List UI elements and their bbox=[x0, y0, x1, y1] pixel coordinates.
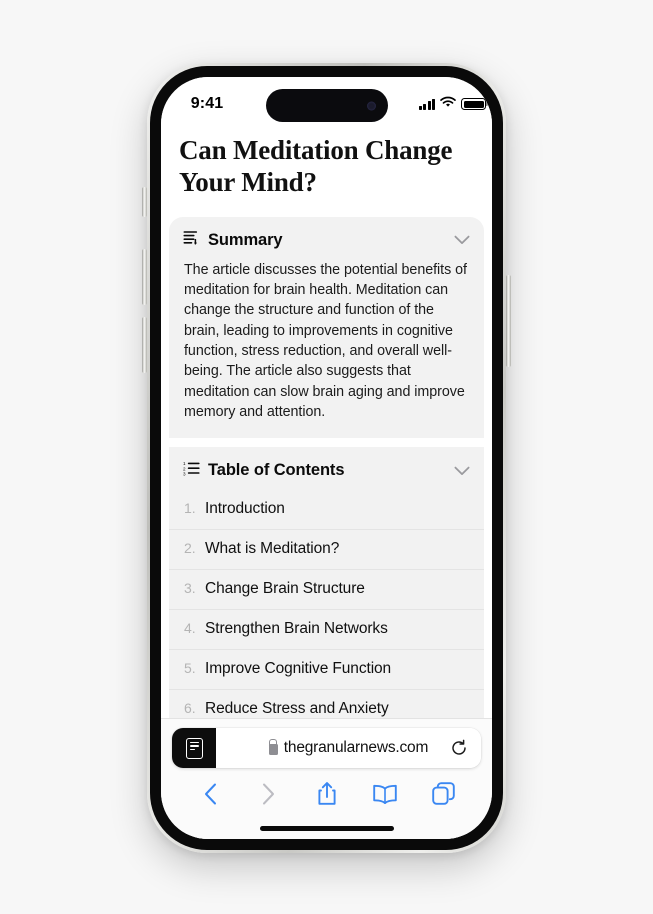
summary-card-title: Summary bbox=[208, 230, 283, 249]
card-separator bbox=[169, 438, 484, 448]
toc-item-label: Introduction bbox=[205, 500, 285, 518]
webpage-content: Can Meditation Change Your Mind? Summary… bbox=[161, 127, 492, 718]
toc-item-6[interactable]: 6. Reduce Stress and Anxiety bbox=[169, 689, 484, 718]
toc-item-2[interactable]: 2. What is Meditation? bbox=[169, 529, 484, 569]
status-bar-indicators bbox=[418, 91, 486, 113]
table-of-contents-card: 1 2 3 Table of Contents 1. Introduction … bbox=[169, 447, 484, 718]
cellular-bars-icon bbox=[418, 98, 435, 110]
page-title: Can Meditation Change Your Mind? bbox=[179, 135, 453, 197]
toc-item-5[interactable]: 5. Improve Cognitive Function bbox=[169, 649, 484, 689]
volume-down-button[interactable] bbox=[142, 317, 147, 373]
summary-card-header[interactable]: Summary bbox=[169, 217, 484, 260]
browser-bottom-bar: thegranularnews.com bbox=[161, 718, 492, 839]
home-indicator-area bbox=[172, 817, 481, 839]
browser-toolbar bbox=[172, 768, 481, 817]
status-bar: 9:41 bbox=[161, 77, 492, 127]
toc-item-number: 4. bbox=[184, 620, 196, 637]
toc-item-number: 3. bbox=[184, 580, 196, 597]
summary-card-body: The article discusses the potential bene… bbox=[184, 261, 467, 420]
toc-item-number: 6. bbox=[184, 700, 196, 717]
toc-item-1[interactable]: 1. Introduction bbox=[169, 490, 484, 529]
front-camera-icon bbox=[366, 101, 376, 110]
home-indicator[interactable] bbox=[259, 825, 394, 831]
toc-item-3[interactable]: 3. Change Brain Structure bbox=[169, 569, 484, 609]
reader-cards-container: Summary The article discusses the potent… bbox=[169, 216, 484, 718]
toc-item-label: Strengthen Brain Networks bbox=[205, 620, 388, 638]
iphone-device-frame: 9:41 Can Meditation Change Your Mind? Su… bbox=[142, 63, 511, 853]
toc-list: 1. Introduction 2. What is Meditation? 3… bbox=[169, 490, 484, 718]
toc-item-number: 2. bbox=[184, 540, 196, 557]
reader-mode-icon[interactable] bbox=[172, 728, 216, 768]
status-bar-time: 9:41 bbox=[190, 95, 224, 112]
volume-up-button[interactable] bbox=[142, 249, 147, 305]
chevron-down-icon[interactable] bbox=[453, 462, 470, 479]
lock-icon bbox=[268, 743, 278, 755]
toc-item-label: Reduce Stress and Anxiety bbox=[205, 700, 389, 718]
forward-button[interactable] bbox=[247, 780, 289, 807]
toc-item-4[interactable]: 4. Strengthen Brain Networks bbox=[169, 609, 484, 649]
numbered-list-icon: 1 2 3 bbox=[183, 460, 200, 481]
bookmarks-button[interactable] bbox=[364, 780, 406, 807]
summarize-icon bbox=[183, 230, 200, 251]
url-input[interactable]: thegranularnews.com bbox=[216, 728, 481, 768]
back-button[interactable] bbox=[189, 780, 231, 807]
screenshot-stage: 9:41 Can Meditation Change Your Mind? Su… bbox=[0, 0, 653, 914]
address-bar[interactable]: thegranularnews.com bbox=[172, 728, 481, 768]
chevron-down-icon[interactable] bbox=[453, 232, 470, 249]
toc-item-number: 5. bbox=[184, 660, 196, 677]
summary-card: Summary The article discusses the potent… bbox=[169, 217, 484, 438]
toc-card-header[interactable]: 1 2 3 Table of Contents bbox=[169, 447, 484, 490]
url-text: thegranularnews.com bbox=[283, 739, 429, 756]
reload-icon[interactable] bbox=[450, 739, 468, 757]
phone-bezel: 9:41 Can Meditation Change Your Mind? Su… bbox=[150, 66, 503, 850]
action-button[interactable] bbox=[142, 187, 147, 217]
share-button[interactable] bbox=[306, 780, 348, 807]
toc-item-number: 1. bbox=[184, 500, 196, 517]
battery-full-icon bbox=[461, 98, 486, 110]
toc-item-label: Improve Cognitive Function bbox=[205, 660, 392, 678]
svg-text:3: 3 bbox=[183, 471, 186, 476]
toc-item-label: Change Brain Structure bbox=[205, 580, 365, 598]
wifi-icon bbox=[440, 95, 456, 113]
power-button[interactable] bbox=[506, 275, 511, 367]
toc-card-title: Table of Contents bbox=[208, 461, 345, 480]
phone-screen: 9:41 Can Meditation Change Your Mind? Su… bbox=[161, 77, 492, 839]
dynamic-island[interactable] bbox=[265, 89, 388, 122]
svg-text:1: 1 bbox=[183, 461, 186, 466]
toc-item-label: What is Meditation? bbox=[205, 540, 340, 558]
tabs-button[interactable] bbox=[422, 780, 464, 807]
